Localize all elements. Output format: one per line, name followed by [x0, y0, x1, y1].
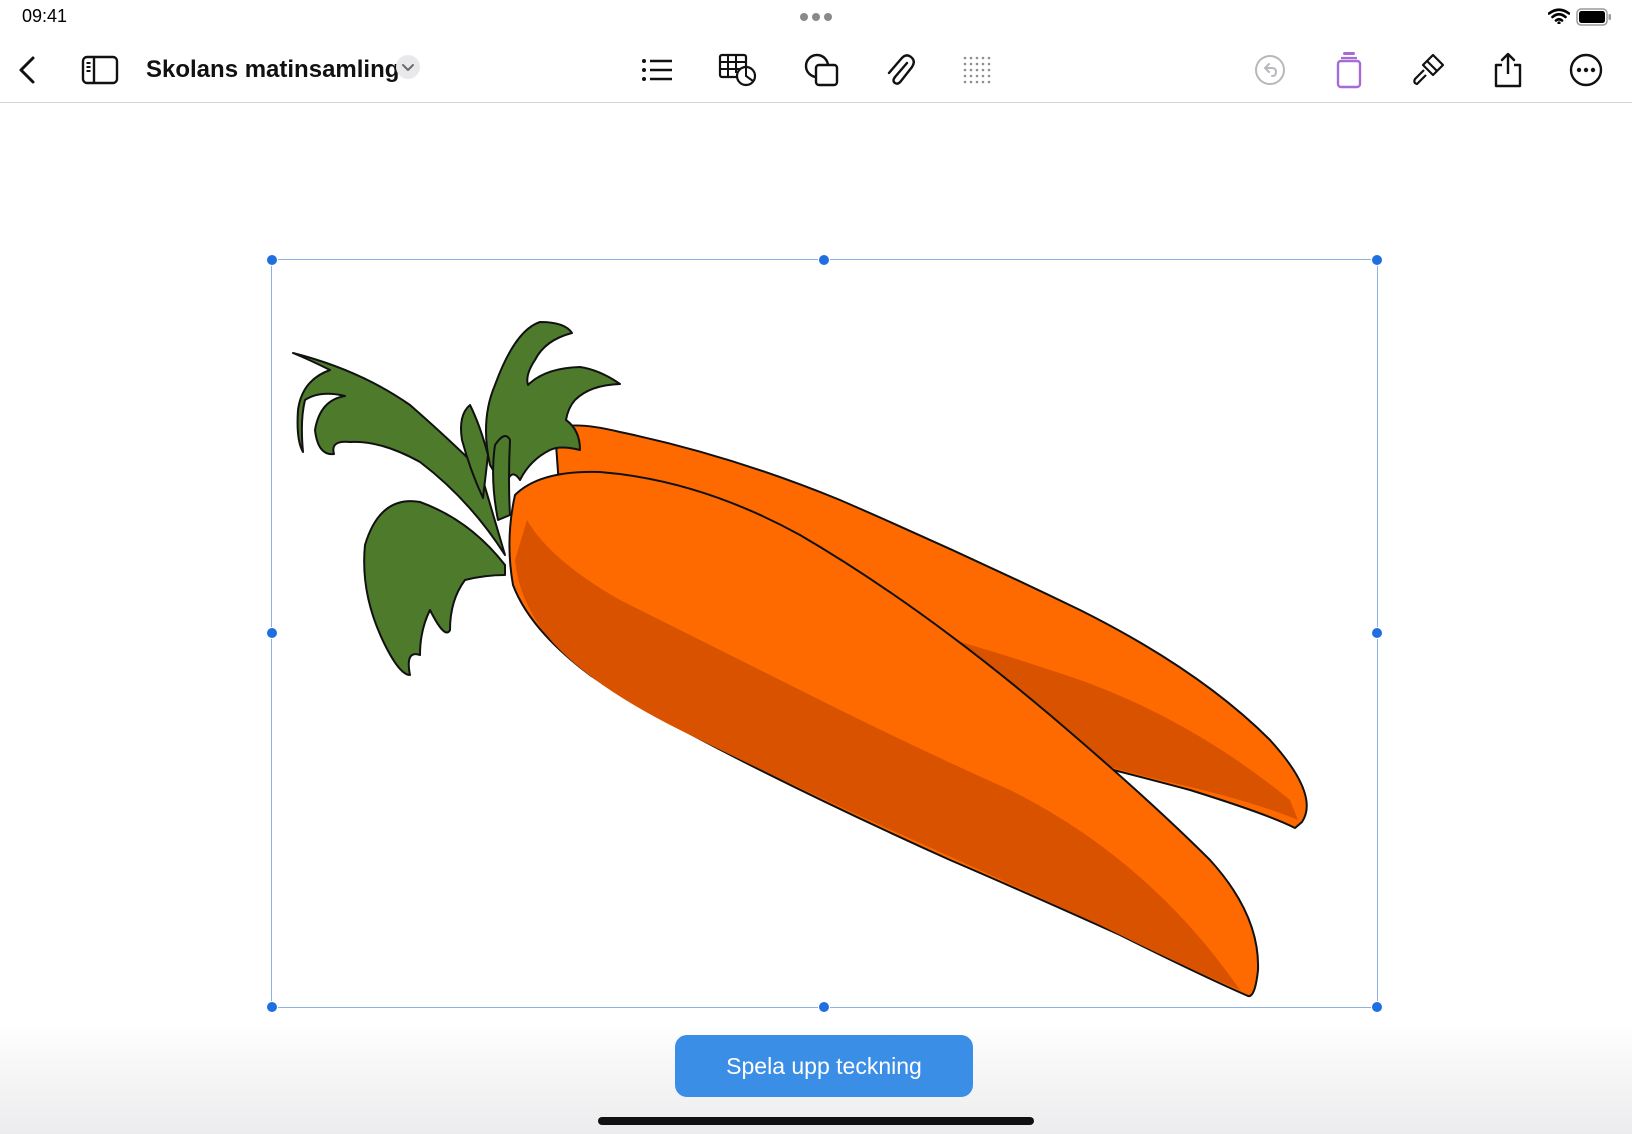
resize-handle-top-left[interactable] — [266, 254, 278, 266]
document-toolbar: Skolans matinsamling — [0, 38, 1632, 103]
play-drawing-button[interactable]: Spela upp teckning — [675, 1035, 973, 1097]
home-indicator[interactable] — [598, 1117, 1034, 1125]
share-icon — [1494, 52, 1522, 88]
document-title[interactable]: Skolans matinsamling — [146, 53, 399, 87]
list-button[interactable] — [637, 50, 677, 90]
wifi-icon — [1548, 8, 1570, 24]
resize-handle-top[interactable] — [818, 254, 830, 266]
sidebar-button[interactable] — [80, 50, 120, 90]
undo-icon — [1255, 55, 1285, 85]
shapes-icon — [804, 53, 839, 87]
resize-handle-top-right[interactable] — [1371, 254, 1383, 266]
battery-icon — [1576, 8, 1611, 26]
shapes-button[interactable] — [802, 50, 842, 90]
multitasking-dots[interactable] — [800, 13, 832, 21]
pen-tool-icon — [1336, 52, 1362, 89]
undo-button[interactable] — [1250, 50, 1290, 90]
sidebar-icon — [81, 55, 119, 85]
dot-grid-icon — [963, 56, 991, 84]
pen-tool-button[interactable] — [1329, 50, 1369, 90]
table-chart-button[interactable] — [718, 50, 758, 90]
paintbrush-icon — [1413, 53, 1445, 86]
paperclip-icon — [887, 54, 915, 85]
resize-handle-bottom[interactable] — [818, 1001, 830, 1013]
chevron-down-icon — [402, 64, 414, 71]
attach-button[interactable] — [880, 50, 920, 90]
list-icon — [642, 59, 672, 81]
back-button[interactable] — [8, 50, 48, 90]
format-button[interactable] — [1408, 50, 1448, 90]
status-time: 09:41 — [22, 6, 68, 26]
resize-handle-left[interactable] — [266, 627, 278, 639]
more-button[interactable] — [1566, 50, 1606, 90]
grid-button[interactable] — [957, 50, 997, 90]
resize-handle-right[interactable] — [1371, 627, 1383, 639]
drawing-selection-frame[interactable] — [271, 259, 1378, 1008]
more-icon — [1569, 53, 1603, 87]
share-button[interactable] — [1488, 50, 1528, 90]
table-chart-icon — [718, 53, 757, 87]
resize-handle-bottom-right[interactable] — [1371, 1001, 1383, 1013]
chevron-left-icon — [19, 56, 35, 84]
resize-handle-bottom-left[interactable] — [266, 1001, 278, 1013]
title-menu-button[interactable] — [396, 55, 420, 79]
